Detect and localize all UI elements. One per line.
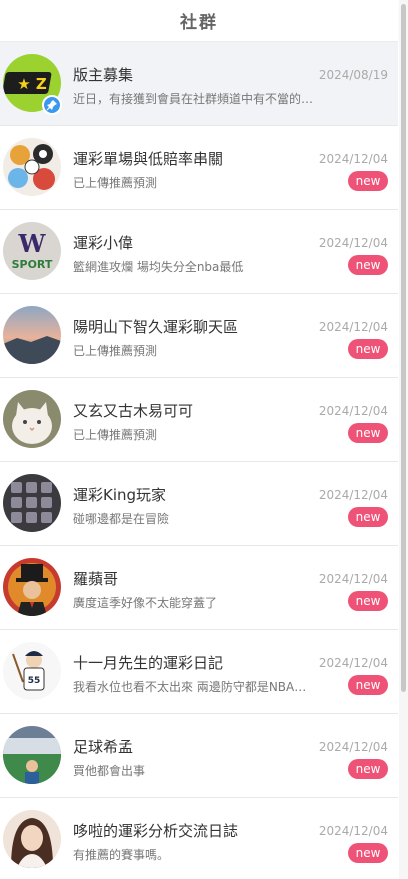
item-name: 運彩單場與低賠率串關 — [73, 150, 224, 168]
landscape-avatar — [3, 306, 61, 364]
item-name: 足球希孟 — [73, 738, 134, 756]
item-date: 2024/12/04 — [318, 572, 388, 586]
list-item[interactable]: 羅蘋哥 廣度這季好像不太能穿蓋了 2024/12/04 new — [0, 546, 398, 630]
list-item-pinned[interactable]: ★ Z 版主募集 近日，有接獲到會員在社群頻道中有不當的… 2024/08/19 — [0, 42, 398, 126]
new-badge: new — [348, 591, 388, 611]
sports-balls-avatar — [3, 138, 61, 196]
list-item[interactable]: 陽明山下智久運彩聊天區 已上傳推薦預測 2024/12/04 new — [0, 294, 398, 378]
item-subtitle: 已上傳推薦預測 — [73, 344, 158, 358]
scrollbar-thumb[interactable] — [401, 4, 406, 692]
list-item[interactable]: 運彩單場與低賠率串關 已上傳推薦預測 2024/12/04 new — [0, 126, 398, 210]
item-name: 運彩King玩家 — [73, 486, 167, 504]
pin-icon — [42, 95, 62, 115]
item-subtitle: 已上傳推薦預測 — [73, 176, 158, 190]
item-subtitle: 碰哪邊都是在冒險 — [73, 512, 170, 526]
item-date: 2024/12/04 — [318, 152, 388, 166]
item-subtitle: 我看水位也看不太出來 兩邊防守都是NBA數… — [73, 680, 318, 694]
item-date: 2024/12/04 — [318, 488, 388, 502]
item-subtitle: 近日，有接獲到會員在社群頻道中有不當的… — [73, 92, 314, 106]
app-header: 社群 — [0, 0, 398, 42]
svg-text:SPORT: SPORT — [12, 258, 53, 271]
list-item[interactable]: 哆啦的運彩分析交流日誌 有推薦的賽事嗎。 2024/12/04 new — [0, 798, 398, 879]
list-item[interactable]: 運彩King玩家 碰哪邊都是在冒險 2024/12/04 new — [0, 462, 398, 546]
item-name: 運彩小偉 — [73, 234, 134, 252]
portrait-avatar — [3, 810, 61, 868]
list-item[interactable]: 足球希孟 買他都會出事 2024/12/04 new — [0, 714, 398, 798]
new-badge: new — [348, 423, 388, 443]
item-name: 十一月先生的運彩日記 — [73, 654, 224, 672]
w-sport-logo-avatar: W SPORT — [3, 222, 61, 280]
item-date: 2024/12/04 — [318, 320, 388, 334]
cat-avatar — [3, 390, 61, 448]
item-date: 2024/12/04 — [318, 236, 388, 250]
item-date: 2024/08/19 — [318, 68, 388, 82]
item-date: 2024/12/04 — [318, 656, 388, 670]
stadium-avatar — [3, 726, 61, 784]
scrollbar[interactable] — [399, 0, 408, 879]
svg-text:W: W — [18, 229, 47, 258]
item-name: 版主募集 — [73, 66, 134, 84]
baseball-player-avatar: 55 — [3, 642, 61, 700]
list-item[interactable]: 55 十一月先生的運彩日記 我看水位也看不太出來 兩邊防守都是NBA數… 202… — [0, 630, 398, 714]
item-subtitle: 廣度這季好像不太能穿蓋了 — [73, 596, 218, 610]
new-badge: new — [348, 843, 388, 863]
item-name: 哆啦的運彩分析交流日誌 — [73, 822, 239, 840]
item-date: 2024/12/04 — [318, 824, 388, 838]
item-date: 2024/12/04 — [318, 404, 388, 418]
new-badge: new — [348, 759, 388, 779]
list-item[interactable]: 又玄又古木易可可 已上傳推薦預測 2024/12/04 new — [0, 378, 398, 462]
item-name: 又玄又古木易可可 — [73, 402, 194, 420]
new-badge: new — [348, 507, 388, 527]
item-subtitle: 買他都會出事 — [73, 764, 146, 778]
item-subtitle: 籃網進攻爛 場均失分全nba最低 — [73, 260, 244, 274]
new-badge: new — [348, 171, 388, 191]
list-item[interactable]: W SPORT 運彩小偉 籃網進攻爛 場均失分全nba最低 2024/12/04… — [0, 210, 398, 294]
new-badge: new — [348, 255, 388, 275]
item-name: 陽明山下智久運彩聊天區 — [73, 318, 239, 336]
community-list: ★ Z 版主募集 近日，有接獲到會員在社群頻道中有不當的… 2024/08/19… — [0, 42, 398, 879]
new-badge: new — [348, 339, 388, 359]
item-date: 2024/12/04 — [318, 740, 388, 754]
item-subtitle: 有推薦的賽事嗎。 — [73, 848, 170, 862]
item-name: 羅蘋哥 — [73, 570, 119, 588]
svg-text:★ Z: ★ Z — [17, 75, 47, 93]
svg-text:55: 55 — [28, 676, 41, 686]
gentleman-avatar — [3, 558, 61, 616]
page-title: 社群 — [180, 13, 218, 33]
item-subtitle: 已上傳推薦預測 — [73, 428, 158, 442]
cards-grid-avatar — [3, 474, 61, 532]
new-badge: new — [348, 675, 388, 695]
